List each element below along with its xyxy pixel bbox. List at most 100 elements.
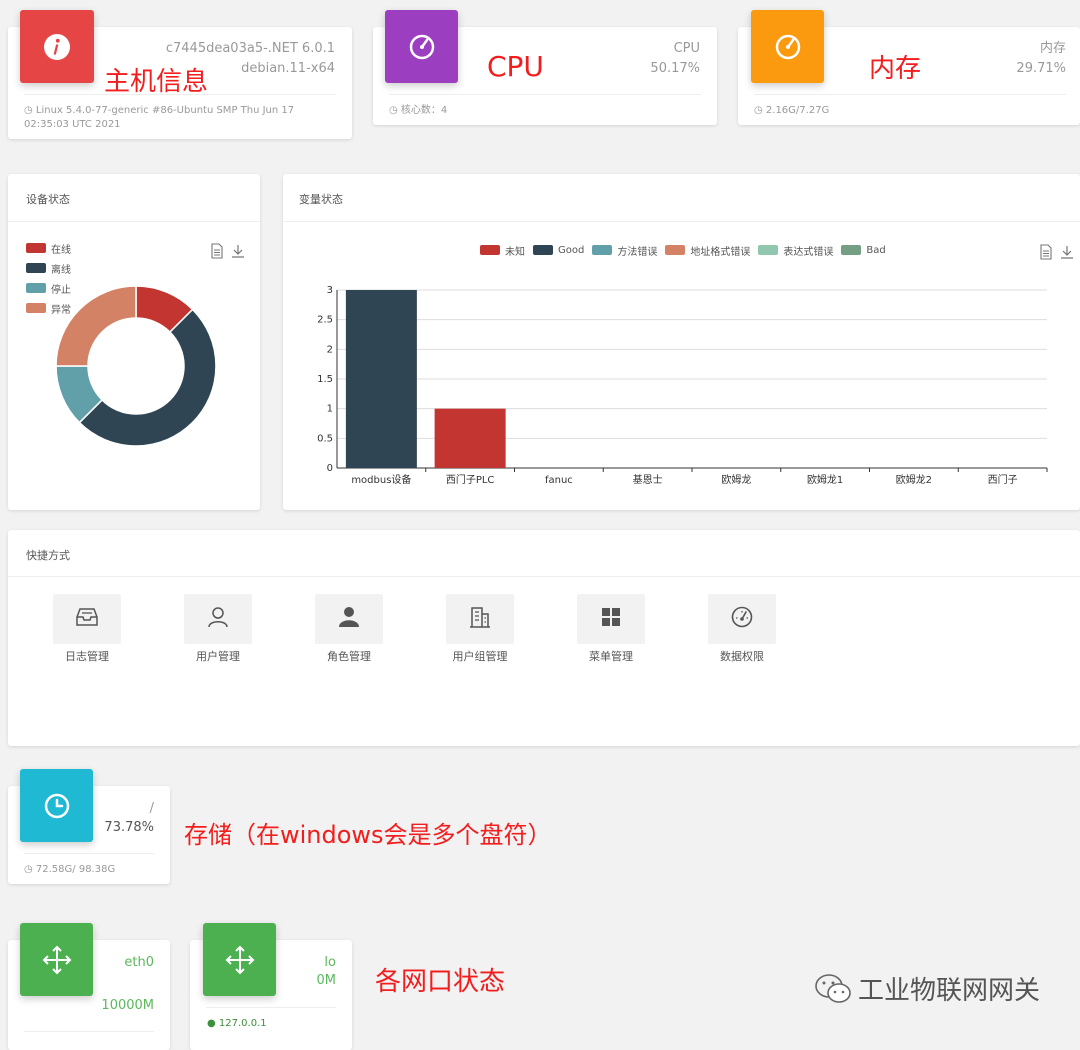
legend-swatch [758, 245, 779, 255]
x-tick-label: modbus设备 [351, 473, 411, 486]
legend-swatch [26, 243, 46, 253]
wechat-icon [815, 973, 851, 1003]
x-tick-label: 西门子 [988, 473, 1018, 486]
legend-label: Good [558, 244, 585, 256]
variable-status-title: 变量状态 [299, 193, 343, 206]
shortcut-menu-management[interactable]: 菜单管理 [577, 594, 645, 664]
variable-status-bar-chart: 0 0.5 1 1.5 2 2.5 3 modbus设备 西门子PLC fanuc 基恩士 欧姆龙 欧姆… [317, 285, 1048, 486]
host-annotation: 主机信息 [104, 67, 209, 97]
x-tick-label: 欧姆龙 [721, 473, 751, 486]
user-outline-icon [208, 606, 228, 632]
shortcuts-title: 快捷方式 [26, 549, 70, 562]
y-tick-label: 1 [327, 404, 333, 415]
grid-icon [601, 607, 621, 631]
cpu-value: 50.17% [650, 61, 700, 76]
y-tick-label: 0.5 [317, 433, 333, 444]
legend-swatch [665, 245, 686, 255]
memory-usage: ◷ 2.16G/7.27G [754, 105, 830, 116]
legend-label: 离线 [51, 264, 71, 276]
cpu-cores: ◷ 核心数：4 [389, 105, 448, 116]
x-tick-label: 西门子PLC [446, 473, 495, 486]
legend-label: 表达式错误 [783, 246, 834, 258]
network-interface-speed: 10000M [101, 998, 154, 1013]
device-status-title: 设备状态 [26, 193, 70, 206]
shortcut-label: 用户组管理 [452, 650, 508, 663]
save-image-icon[interactable] [1039, 244, 1053, 260]
storage-mount: / [149, 801, 154, 816]
shortcut-user-management[interactable]: 用户管理 [184, 594, 252, 664]
building-icon [469, 606, 491, 632]
legend-swatch [26, 263, 46, 273]
legend-swatch [533, 245, 553, 255]
bar-legend: 未知 Good 方法错误 地址格式错误 表达式错误 Bad [480, 240, 886, 260]
memory-label: 内存 [1039, 41, 1066, 56]
info-icon [20, 10, 94, 83]
download-icon[interactable] [1060, 244, 1074, 260]
legend-label: Bad [866, 244, 886, 256]
shortcut-data-permission[interactable]: 数据权限 [708, 594, 776, 664]
legend-label: 未知 [505, 246, 525, 258]
network-interface-name: lo [324, 955, 336, 970]
storage-value: 73.78% [104, 820, 154, 835]
shortcuts-panel [8, 530, 1080, 746]
y-tick-label: 1.5 [317, 374, 333, 385]
shortcut-user-group-management[interactable]: 用户组管理 [446, 594, 514, 664]
pie-slice-异常[interactable] [55, 285, 137, 367]
x-tick-label: 欧姆龙1 [807, 473, 843, 486]
status-dot-icon: ● [207, 1018, 219, 1029]
legend-swatch [26, 303, 46, 313]
bar-modbus设备-Good[interactable] [345, 290, 417, 468]
legend-item[interactable]: 方法错误 [592, 240, 657, 260]
y-tick-label: 2 [327, 344, 333, 355]
legend-label: 在线 [51, 244, 71, 256]
move-arrows-icon [20, 923, 93, 996]
legend-swatch [480, 245, 500, 255]
x-tick-label: 基恩士 [633, 473, 663, 486]
save-image-icon[interactable] [210, 243, 224, 259]
legend-item[interactable]: 未知 [480, 240, 525, 260]
legend-label: 地址格式错误 [690, 246, 751, 258]
storage-usage: ◷ 72.58G/ 98.38G [24, 864, 116, 875]
gauge-icon [731, 606, 753, 632]
legend-label: 方法错误 [617, 246, 658, 258]
download-icon[interactable] [231, 243, 245, 259]
shortcut-label: 数据权限 [720, 650, 764, 663]
shortcut-label: 菜单管理 [589, 650, 633, 663]
speedometer-icon [751, 10, 824, 83]
network-interface-speed: 0M [316, 973, 337, 988]
legend-item[interactable]: 地址格式错误 [665, 240, 750, 260]
watermark: 工业物联网网关 [814, 970, 1040, 1007]
device-status-pie [55, 285, 217, 447]
clock-icon: ◷ [24, 105, 36, 116]
shortcut-log-management[interactable]: 日志管理 [53, 594, 121, 664]
clock-icon: ◷ [754, 105, 766, 116]
legend-item[interactable]: 在线 [26, 238, 71, 258]
shortcut-label: 用户管理 [196, 650, 240, 663]
legend-item[interactable]: Bad [841, 240, 886, 260]
clock-icon: ◷ [24, 864, 36, 875]
move-arrows-icon [203, 923, 276, 996]
clock-icon [20, 769, 93, 842]
memory-annotation: 内存 [869, 54, 922, 84]
clock-icon: ◷ [389, 105, 401, 116]
shortcut-role-management[interactable]: 角色管理 [315, 594, 383, 664]
network-annotation: 各网口状态 [375, 967, 506, 997]
speedometer-icon [385, 10, 458, 83]
legend-swatch [592, 245, 613, 255]
y-tick-label: 2.5 [317, 315, 333, 326]
inbox-icon [76, 607, 98, 631]
legend-swatch [26, 283, 46, 293]
legend-item[interactable]: 离线 [26, 258, 71, 278]
legend-item[interactable]: Good [533, 240, 584, 260]
memory-value: 29.71% [1016, 61, 1066, 76]
cpu-label: CPU [673, 41, 700, 56]
cpu-annotation: CPU [487, 50, 544, 83]
legend-item[interactable]: 表达式错误 [758, 240, 833, 260]
host-hostname: c7445dea03a5-.NET 6.0.1 [165, 41, 335, 56]
storage-annotation: 存储（在windows会是多个盘符） [184, 821, 552, 849]
x-tick-label: 欧姆龙2 [896, 473, 932, 486]
x-tick-label: fanuc [545, 475, 573, 486]
host-kernel: ◷ Linux 5.4.0-77-generic #86-Ubuntu SMP … [24, 105, 295, 130]
network-interface-ip: ● 127.0.0.1 [207, 1018, 267, 1029]
bar-西门子PLC-未知[interactable] [434, 408, 506, 468]
